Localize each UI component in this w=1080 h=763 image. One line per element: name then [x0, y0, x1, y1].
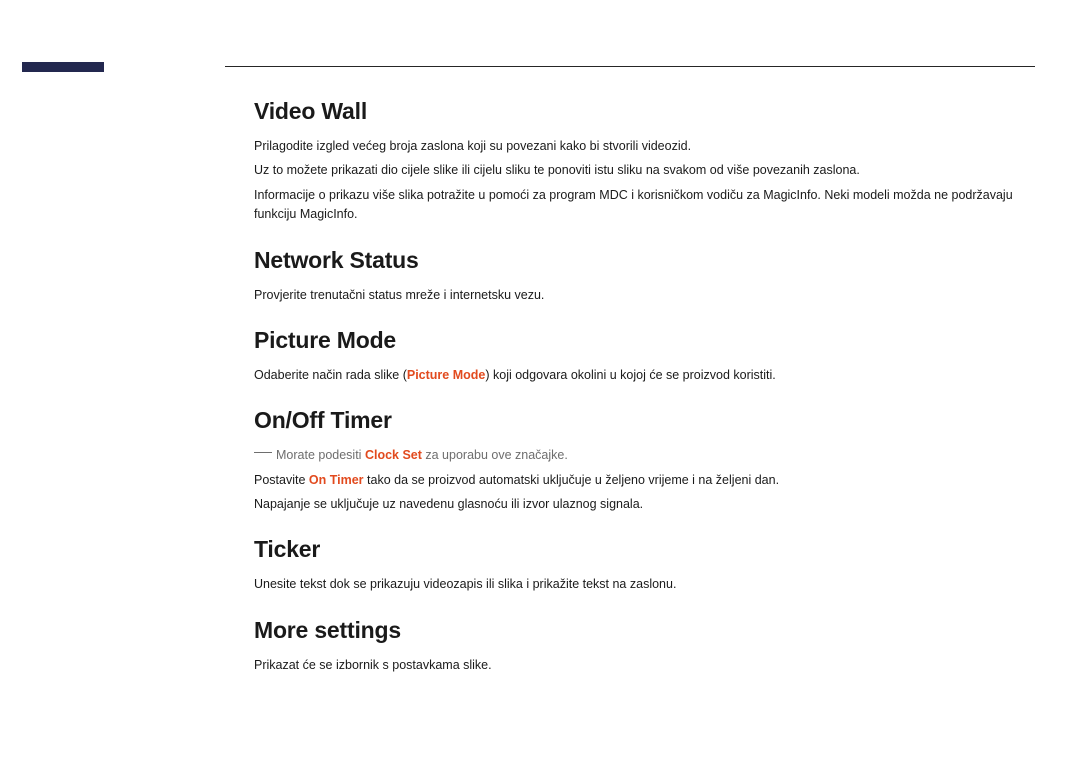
highlight-clock-set: Clock Set: [365, 448, 422, 462]
highlight-picture-mode: Picture Mode: [407, 368, 486, 382]
heading-on-off-timer: On/Off Timer: [254, 407, 1044, 434]
heading-more-settings: More settings: [254, 617, 1044, 644]
horizontal-rule: [225, 66, 1035, 67]
body-text: Odaberite način rada slike (Picture Mode…: [254, 366, 1044, 385]
note-text: Morate podesiti Clock Set za uporabu ove…: [254, 446, 1044, 465]
body-text: Unesite tekst dok se prikazuju videozapi…: [254, 575, 1044, 594]
body-text: Provjerite trenutačni status mreže i int…: [254, 286, 1044, 305]
body-text: Informacije o prikazu više slika potraži…: [254, 186, 1044, 225]
dash-icon: [254, 452, 272, 453]
text-fragment: za uporabu ove značajke.: [422, 448, 568, 462]
text-fragment: ) koji odgovara okolini u kojoj će se pr…: [485, 368, 775, 382]
heading-ticker: Ticker: [254, 536, 1044, 563]
content-column: Video Wall Prilagodite izgled većeg broj…: [254, 98, 1044, 680]
body-text: Uz to možete prikazati dio cijele slike …: [254, 161, 1044, 180]
heading-video-wall: Video Wall: [254, 98, 1044, 125]
body-text: Napajanje se uključuje uz navedenu glasn…: [254, 495, 1044, 514]
text-fragment: Postavite: [254, 473, 309, 487]
heading-picture-mode: Picture Mode: [254, 327, 1044, 354]
body-text: Prilagodite izgled većeg broja zaslona k…: [254, 137, 1044, 156]
body-text: Prikazat će se izbornik s postavkama sli…: [254, 656, 1044, 675]
document-page: Video Wall Prilagodite izgled većeg broj…: [0, 0, 1080, 763]
text-fragment: Morate podesiti: [276, 448, 365, 462]
body-text: Postavite On Timer tako da se proizvod a…: [254, 471, 1044, 490]
heading-network-status: Network Status: [254, 247, 1044, 274]
highlight-on-timer: On Timer: [309, 473, 364, 487]
text-fragment: Odaberite način rada slike (: [254, 368, 407, 382]
accent-bar: [22, 62, 104, 72]
text-fragment: tako da se proizvod automatski uključuje…: [364, 473, 780, 487]
